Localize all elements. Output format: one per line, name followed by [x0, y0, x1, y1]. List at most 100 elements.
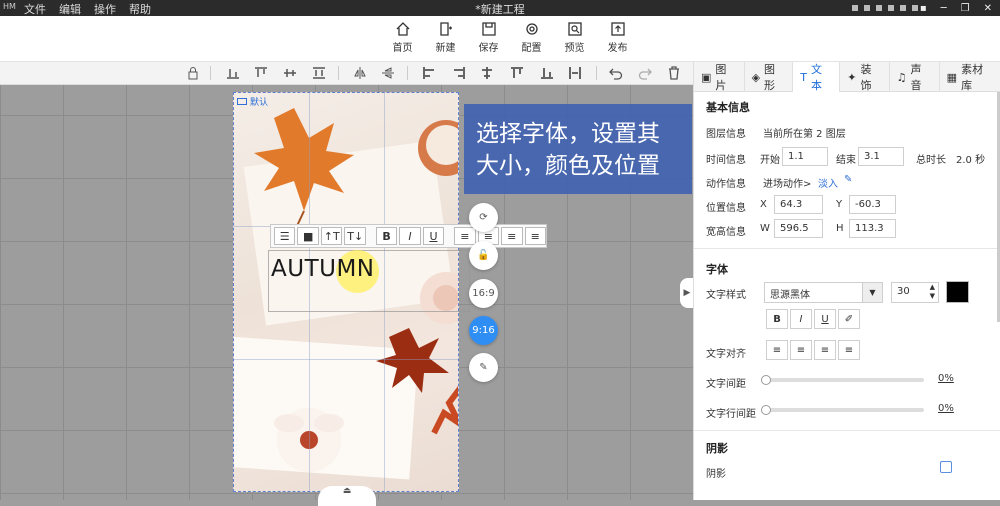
font-size-stepper[interactable]: 30 ▲ ▼: [891, 282, 939, 303]
user-info-icon[interactable]: [852, 5, 918, 11]
start-input[interactable]: 1.1: [782, 147, 828, 166]
format-toolbar: [0, 62, 693, 85]
lock-icon[interactable]: [186, 66, 200, 80]
rotate-button[interactable]: ⟳: [469, 203, 498, 232]
tab-sound[interactable]: ♫ 声音: [890, 62, 940, 92]
divider: [694, 248, 1000, 249]
width-input[interactable]: 596.5: [774, 219, 823, 238]
flip-horizontal-icon[interactable]: [353, 66, 367, 80]
ratio-16-9-button[interactable]: 16:9: [469, 279, 498, 308]
save-icon: [481, 22, 496, 36]
panel-collapse-handle[interactable]: ▶: [680, 278, 694, 308]
tab-shape[interactable]: ◈ 图形: [745, 62, 794, 92]
bold-toggle[interactable]: B: [766, 309, 788, 329]
duration-label: 总时长: [916, 155, 946, 166]
distribute-horizontal-icon[interactable]: [568, 66, 582, 80]
text-icon: T: [800, 70, 807, 84]
letter-spacing-handle[interactable]: [761, 375, 771, 385]
line-spacing-handle[interactable]: [761, 405, 771, 415]
bold-button[interactable]: B: [375, 227, 398, 245]
list-button[interactable]: ☰: [274, 227, 296, 245]
text-align-left[interactable]: ≡: [766, 340, 788, 360]
end-input[interactable]: 3.1: [858, 147, 904, 166]
text-color-swatch[interactable]: [946, 281, 969, 303]
save-button[interactable]: 保存: [474, 22, 503, 54]
h-label: H: [836, 223, 844, 234]
underline-toggle[interactable]: U: [814, 309, 836, 329]
ratio-9-16-button[interactable]: 9:16: [469, 316, 498, 345]
shadow-label: 阴影: [706, 469, 726, 480]
undo-icon[interactable]: [609, 66, 623, 80]
new-button[interactable]: 新建: [431, 22, 460, 54]
edit-button[interactable]: ✎: [469, 353, 498, 382]
y-label: Y: [836, 199, 843, 210]
font-style-label: 文字样式: [706, 290, 746, 301]
save-label: 保存: [478, 43, 499, 54]
action-link[interactable]: 淡入: [818, 175, 838, 190]
w-label: W: [760, 223, 770, 234]
close-icon[interactable]: ✕: [984, 3, 992, 14]
properties-panel: ▣ 图片 ◈ 图形 T 文本 ✦ 装饰 ♫ 声音 ▦ 素材库 基本信息 图层信息 当前所在第…: [693, 62, 1000, 500]
tab-text[interactable]: T 文本: [793, 62, 841, 92]
flip-vertical-icon[interactable]: [381, 66, 395, 80]
increase-size-button[interactable]: ↑T: [320, 227, 343, 245]
shadow-title: 阴影: [706, 442, 728, 455]
justify-button[interactable]: ≡: [524, 227, 547, 245]
align-middle-icon[interactable]: [283, 66, 297, 80]
text-color-button[interactable]: ■: [297, 227, 319, 245]
align-right-icon[interactable]: [452, 66, 466, 80]
minimize-icon[interactable]: ─: [941, 3, 947, 14]
align-bottom-icon[interactable]: [226, 66, 240, 80]
redo-icon[interactable]: [638, 66, 652, 80]
tab-library[interactable]: ▦ 素材库: [940, 62, 1000, 92]
align-left-button[interactable]: ≡: [454, 227, 476, 245]
unlock-button[interactable]: 🔓: [469, 241, 498, 270]
text-align-center[interactable]: ≡: [790, 340, 812, 360]
title-bar: HM 文件 编辑 操作 帮助 *新建工程 ▪ ─ ❐ ✕: [0, 0, 1000, 16]
preview-button[interactable]: 预览: [560, 22, 589, 54]
x-label: X: [760, 199, 767, 210]
x-input[interactable]: 64.3: [774, 195, 823, 214]
text-align-right[interactable]: ≡: [814, 340, 836, 360]
home-button[interactable]: 首页: [388, 22, 417, 54]
line-spacing-slider[interactable]: [764, 408, 924, 412]
main-toolbar: 首页 新建 保存 配置 预览 发布: [0, 16, 1000, 62]
new-label: 新建: [435, 43, 456, 54]
text-align-justify[interactable]: ≡: [838, 340, 860, 360]
edit-action-icon[interactable]: ✎: [844, 174, 852, 185]
shadow-checkbox[interactable]: [940, 461, 952, 473]
italic-button[interactable]: I: [399, 227, 421, 245]
new-icon: [439, 22, 452, 36]
shape-icon: ◈: [751, 70, 761, 84]
instruction-tooltip: 选择字体，设置其 大小，颜色及位置: [464, 104, 692, 194]
action-label: 动作信息: [706, 179, 746, 190]
publish-button[interactable]: 发布: [603, 22, 632, 54]
action-value[interactable]: 进场动作>: [763, 175, 811, 190]
italic-toggle[interactable]: I: [790, 309, 812, 329]
tab-image[interactable]: ▣ 图片: [694, 62, 745, 92]
preview-label: 预览: [564, 43, 585, 54]
y-input[interactable]: -60.3: [849, 195, 896, 214]
text-align-label: 文字对齐: [706, 349, 746, 360]
align-top-edge-icon[interactable]: [510, 66, 524, 80]
format-painter-button[interactable]: ✐: [838, 309, 860, 329]
restore-icon[interactable]: ▪: [920, 3, 927, 14]
decrease-size-button[interactable]: T↓: [344, 227, 366, 245]
settings-button[interactable]: 配置: [517, 22, 546, 54]
timeline-toggle[interactable]: ⏏: [318, 486, 376, 506]
align-right-button[interactable]: ≡: [501, 227, 523, 245]
align-center-icon[interactable]: [480, 66, 494, 80]
font-family-select[interactable]: 思源黑体 ▼: [764, 282, 883, 303]
maximize-icon[interactable]: ❐: [961, 3, 970, 14]
delete-icon[interactable]: [667, 66, 681, 80]
autumn-text[interactable]: AUTUMN: [271, 256, 375, 282]
publish-icon: [610, 22, 625, 36]
tab-decoration[interactable]: ✦ 装饰: [840, 62, 890, 92]
underline-button[interactable]: U: [422, 227, 445, 245]
align-bottom-edge-icon[interactable]: [540, 66, 554, 80]
letter-spacing-slider[interactable]: [764, 378, 924, 382]
align-top-icon[interactable]: [254, 66, 268, 80]
align-left-icon[interactable]: [422, 66, 436, 80]
distribute-vertical-icon[interactable]: [312, 66, 326, 80]
height-input[interactable]: 113.3: [849, 219, 896, 238]
